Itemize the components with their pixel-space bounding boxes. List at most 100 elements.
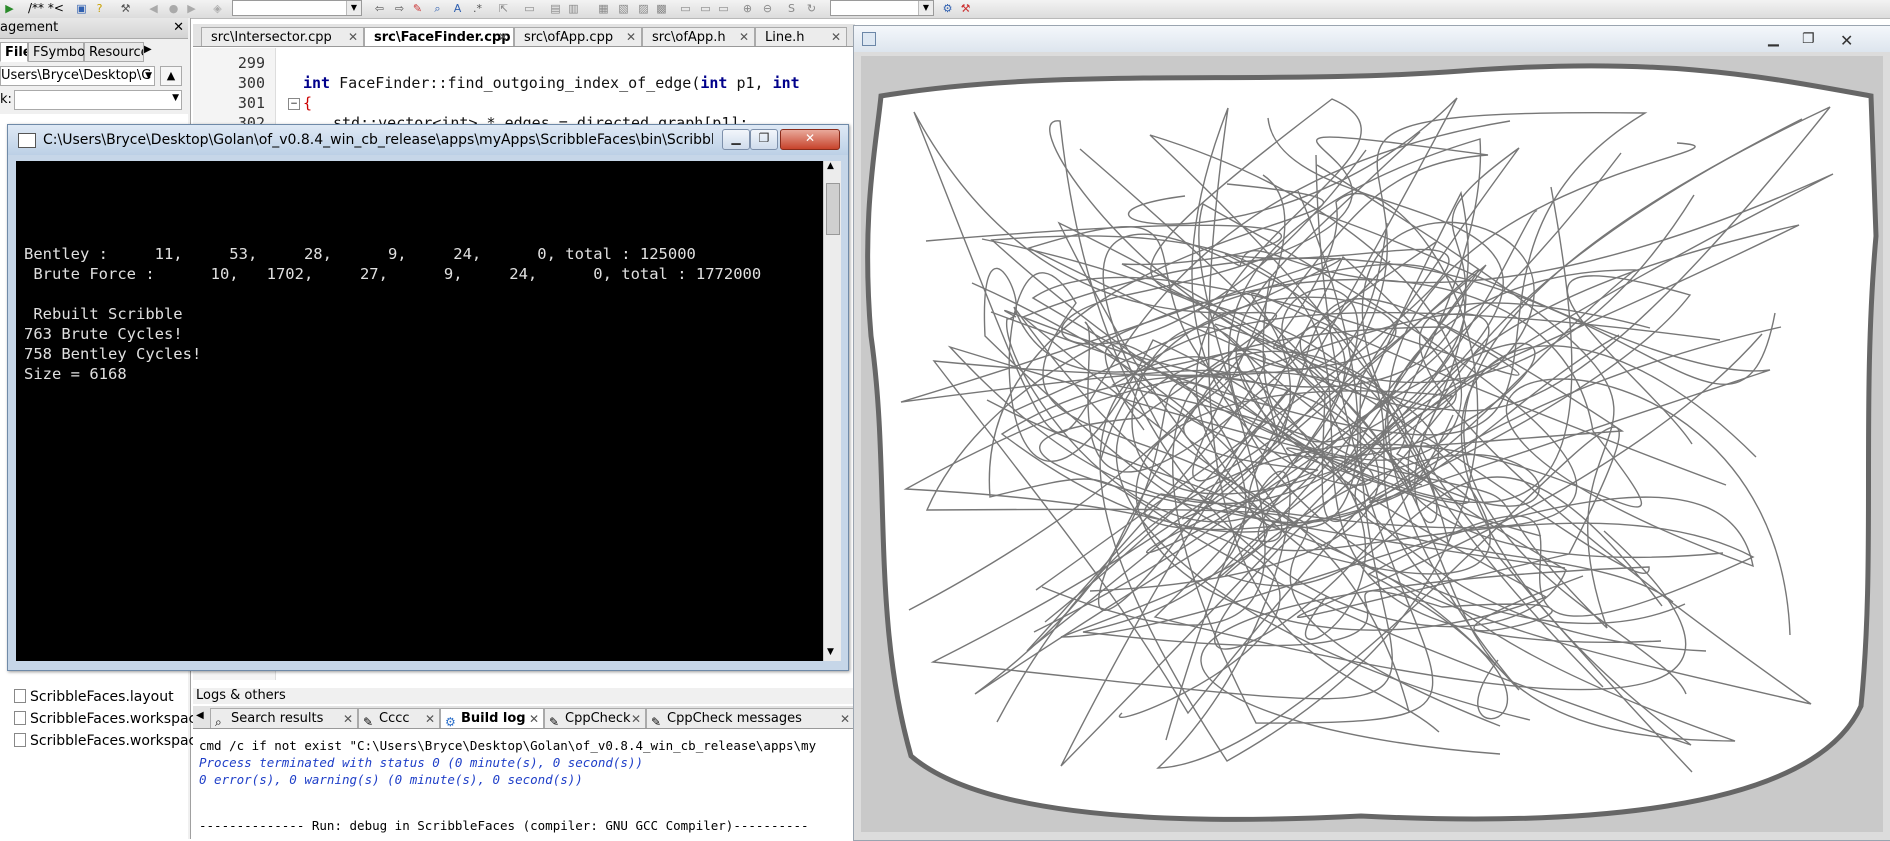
file-icon xyxy=(14,711,26,725)
list-item[interactable]: ScribbleFaces.layout xyxy=(14,689,174,705)
list-item[interactable]: ScribbleFaces.workspace. xyxy=(14,733,209,749)
pencil-icon: ✎ xyxy=(363,715,374,729)
logs-title: Logs & others xyxy=(193,688,858,704)
logs-tab-bar: ◀ ⌕ Search results ✕ ✎ Cccc ✕ ⚙ Build log ✕ ✎ C… xyxy=(193,706,855,729)
console-output[interactable]: Bentley : 11, 53, 28, 9, 24, 0, total : … xyxy=(16,161,823,661)
code-line-301[interactable]: { xyxy=(303,94,312,112)
tab-cppcheck-messages[interactable]: ✎ CppCheck messages ✕ xyxy=(646,708,855,729)
block-icon[interactable]: ▭ xyxy=(522,1,537,16)
minimize-button[interactable]: ▁ xyxy=(722,129,750,150)
comment-button[interactable]: /** *< xyxy=(28,1,64,15)
arrow-right-icon[interactable]: ⇨ xyxy=(392,1,407,16)
close-icon: ✕ xyxy=(342,712,353,726)
tab-resources[interactable]: Resource xyxy=(84,42,144,62)
tab-fsymbols[interactable]: FSymbols xyxy=(28,42,95,62)
search-icon: ⌕ xyxy=(215,715,222,729)
console-title: C:\Users\Bryce\Desktop\Golan\of_v0.8.4_w… xyxy=(43,132,713,148)
scope-combo[interactable]: ▼ xyxy=(232,0,362,16)
window-2-icon[interactable]: ▭ xyxy=(698,1,713,16)
close-button[interactable]: ✕ xyxy=(780,129,840,150)
scribble-outline xyxy=(865,63,1879,822)
management-title: agement xyxy=(0,20,59,35)
find-icon[interactable]: ⌕ xyxy=(430,1,445,16)
path-combo[interactable]: Users\Bryce\Desktop\G ▼ xyxy=(0,66,155,86)
scribble-drawing[interactable] xyxy=(861,56,1883,832)
bookmark-icon[interactable]: ◈ xyxy=(210,1,225,16)
tab-search-results[interactable]: ⌕ Search results ✕ xyxy=(210,708,358,729)
tools-icon[interactable]: ⚒ xyxy=(958,1,973,16)
layout-3-icon[interactable]: ▦ xyxy=(596,1,611,16)
maximize-button[interactable]: ❐ xyxy=(750,129,778,150)
scroll-thumb[interactable] xyxy=(826,183,840,235)
highlight-icon[interactable]: ✎ xyxy=(410,1,425,16)
chevron-down-icon: ▼ xyxy=(346,1,361,15)
jump-forward-icon[interactable]: ▶ xyxy=(184,1,199,16)
path-value: Users\Bryce\Desktop\G xyxy=(1,68,152,83)
tab-build-log[interactable]: ⚙ Build log ✕ xyxy=(440,708,544,729)
run-icon[interactable]: ▶ xyxy=(2,1,17,16)
console-scrollbar[interactable]: ▲ ▼ xyxy=(823,161,841,661)
tab-cccc[interactable]: ✎ Cccc ✕ xyxy=(358,708,440,729)
console-title-bar[interactable]: C:\Users\Bryce\Desktop\Golan\of_v0.8.4_w… xyxy=(8,125,848,155)
close-icon: ✕ xyxy=(497,30,508,44)
path-up-button[interactable]: ▲ xyxy=(160,66,182,86)
scribble-window: ▁ ❐ ✕ xyxy=(853,25,1890,841)
layout-5-icon[interactable]: ▨ xyxy=(636,1,651,16)
layout-6-icon[interactable]: ▩ xyxy=(654,1,669,16)
scroll-down-icon[interactable]: ▼ xyxy=(827,647,834,657)
tab-files[interactable]: Files xyxy=(0,42,28,62)
scribble-canvas[interactable] xyxy=(861,56,1883,832)
select-icon[interactable]: ⇱ xyxy=(496,1,511,16)
regex-icon[interactable]: .* xyxy=(470,1,485,16)
arrow-left-icon[interactable]: ⇦ xyxy=(372,1,387,16)
maximize-button[interactable]: ❐ xyxy=(1802,31,1815,47)
doc-icon[interactable]: ▣ xyxy=(74,1,89,16)
console-window: C:\Users\Bryce\Desktop\Golan\of_v0.8.4_w… xyxy=(7,124,849,671)
fold-icon[interactable]: − xyxy=(288,98,300,110)
minimize-button[interactable]: ▁ xyxy=(1768,31,1779,47)
app-icon xyxy=(862,32,876,46)
scribble-window-title-bar[interactable]: ▁ ❐ ✕ xyxy=(854,26,1890,52)
jump-back-icon[interactable]: ◀ xyxy=(146,1,161,16)
log-line: 0 error(s), 0 warning(s) (0 minute(s), 0… xyxy=(199,772,583,787)
font-icon[interactable]: A xyxy=(450,1,465,16)
zoom-in-icon[interactable]: ⊕ xyxy=(740,1,755,16)
close-icon[interactable]: ✕ xyxy=(173,18,184,38)
filter-combo[interactable]: ▼ xyxy=(14,90,182,110)
window-1-icon[interactable]: ▭ xyxy=(678,1,693,16)
zoom-out-icon[interactable]: ⊖ xyxy=(760,1,775,16)
code-line-300[interactable]: int FaceFinder::find_outgoing_index_of_e… xyxy=(303,74,800,92)
chevron-down-icon: ▼ xyxy=(145,71,152,81)
log-line: Process terminated with status 0 (0 minu… xyxy=(199,755,644,770)
filter-label: k: xyxy=(0,92,12,107)
tab-facefinder-cpp[interactable]: src\FaceFinder.cpp ✕ xyxy=(364,27,514,46)
logs-panel: Logs & others ◀ ⌕ Search results ✕ ✎ Cccc ✕ … xyxy=(193,688,858,839)
tab-intersector-cpp[interactable]: src\Intersector.cpp ✕ xyxy=(201,27,364,46)
layout-2-icon[interactable]: ▥ xyxy=(566,1,581,16)
list-item[interactable]: ScribbleFaces.workspace xyxy=(14,711,205,727)
wrench-icon[interactable]: ⚒ xyxy=(118,1,133,16)
tab-ofapp-cpp[interactable]: src\ofApp.cpp ✕ xyxy=(514,27,642,46)
window-3-icon[interactable]: ▭ xyxy=(716,1,731,16)
refresh-icon[interactable]: ↻ xyxy=(804,1,819,16)
tab-cppcheck[interactable]: ✎ CppCheck ✕ xyxy=(544,708,646,729)
layout-1-icon[interactable]: ▤ xyxy=(548,1,563,16)
scroll-up-icon[interactable]: ▲ xyxy=(827,161,834,171)
tab-line-h[interactable]: Line.h ✕ xyxy=(755,27,847,46)
close-icon: ✕ xyxy=(424,712,435,726)
tab-scroll-left-icon[interactable]: ◀ xyxy=(196,710,204,721)
help-icon[interactable]: ? xyxy=(92,1,107,16)
layout-4-icon[interactable]: ▧ xyxy=(616,1,631,16)
tab-scroll-right-icon[interactable]: ▶ xyxy=(144,44,152,55)
s-icon[interactable]: S xyxy=(784,1,799,16)
close-icon: ✕ xyxy=(625,30,636,44)
debug-icon[interactable]: ⚙ xyxy=(940,1,955,16)
close-icon: ✕ xyxy=(630,712,641,726)
chevron-down-icon: ▼ xyxy=(172,93,179,103)
target-combo[interactable]: ▼ xyxy=(830,0,934,16)
close-icon: ✕ xyxy=(830,30,841,44)
tab-ofapp-h[interactable]: src\ofApp.h ✕ xyxy=(642,27,755,46)
close-icon: ✕ xyxy=(839,712,850,726)
toggle-icon[interactable]: ● xyxy=(166,1,181,16)
close-button[interactable]: ✕ xyxy=(1840,31,1853,50)
